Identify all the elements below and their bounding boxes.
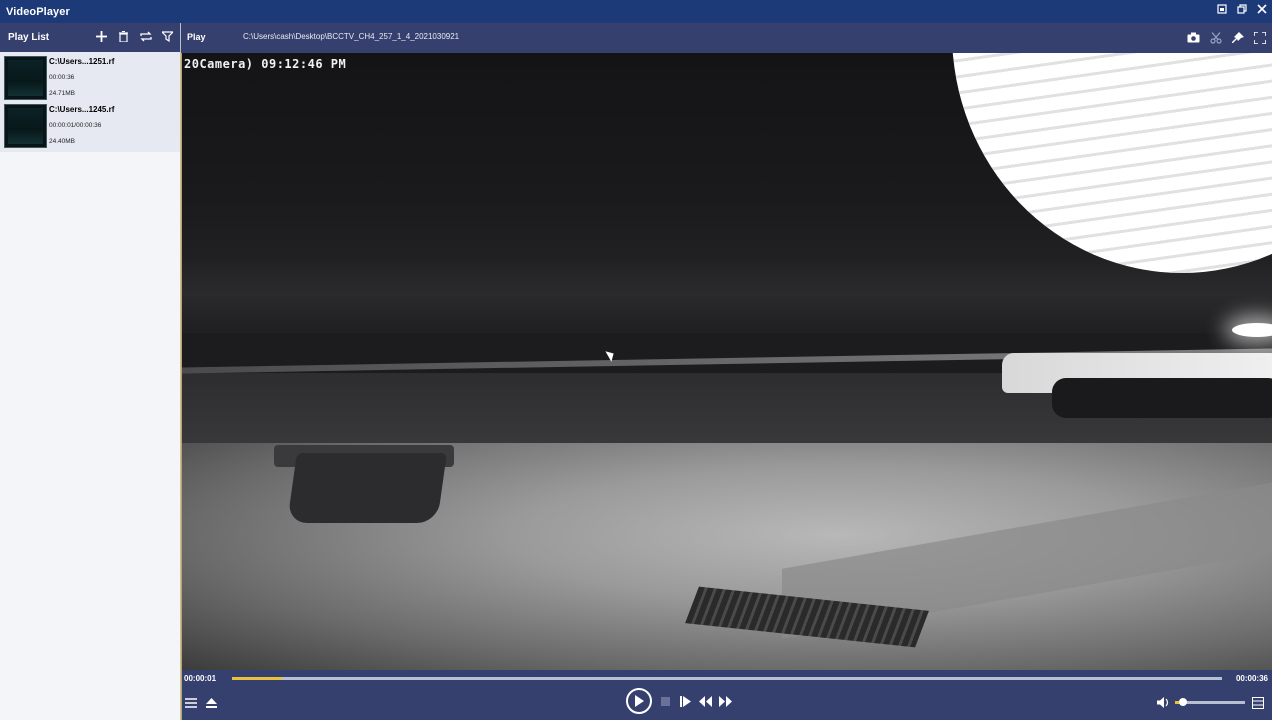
list-item-name: C:\Users...1251.rf [49,57,115,66]
video-thumbnail [4,56,47,100]
scissors-icon[interactable] [1209,31,1222,44]
step-forward-icon[interactable] [679,695,692,708]
video-frame-bin [287,453,447,523]
volume-slider-handle[interactable] [1179,698,1188,706]
title-bar: VideoPlayer [0,0,1272,23]
main-toolbar [1187,31,1266,44]
settings-panel-icon[interactable] [1251,696,1264,709]
video-frame-car [1052,378,1272,418]
close-icon[interactable] [1256,4,1268,16]
playlist-toggle-icon[interactable] [184,696,197,709]
seek-bar[interactable] [232,677,1222,680]
seek-bar-fill [232,677,282,680]
list-item-duration: 00:00:36 [49,74,75,81]
total-time: 00:00:36 [1235,674,1268,683]
current-time: 00:00:01 [184,674,217,683]
repeat-icon[interactable] [139,30,152,43]
list-item-size: 24.71MB [49,90,76,97]
volume-icon[interactable] [1156,696,1169,709]
playlist-title: Play List [8,32,50,43]
playlist-header: Play List [0,23,180,52]
add-icon[interactable] [95,30,108,43]
video-thumbnail [4,104,47,148]
play-tab-label: Play [187,32,206,42]
window-controls [1216,4,1268,16]
playlist: C:\Users...1251.rf 00:00:36 24.71MB C:\U… [0,52,180,152]
maximize-icon[interactable] [1236,4,1248,16]
playback-controls: 00:00:01 00:00:36 [181,670,1272,720]
camera-icon[interactable] [1187,31,1200,44]
volume-slider[interactable] [1175,698,1245,706]
list-item[interactable]: C:\Users...1251.rf 00:00:36 24.71MB [2,54,178,102]
main-header: Play C:\Users\cash\Desktop\BCCTV_CH4_257… [181,23,1272,53]
play-button[interactable] [626,688,652,714]
rewind-icon[interactable] [699,695,712,708]
delete-icon[interactable] [117,30,130,43]
video-canvas[interactable]: 20Camera) 09:12:46 PM [181,53,1272,670]
pin-icon[interactable] [1231,31,1244,44]
playlist-panel: Play List C:\Users...1251.rf 00:00:36 24… [0,23,181,720]
playlist-toolbar [95,30,174,43]
video-frame-treeline [182,258,1272,338]
eject-icon[interactable] [205,696,218,709]
app-title: VideoPlayer [6,5,70,18]
fast-forward-icon[interactable] [719,695,732,708]
left-controls [184,696,218,709]
list-item-size: 24.40MB [49,138,76,145]
restore-icon[interactable] [1216,4,1228,16]
list-item[interactable]: C:\Users...1245.rf 00:00:01/00:00:36 24.… [2,102,178,150]
fullscreen-icon[interactable] [1253,31,1266,44]
play-icon [635,695,644,707]
file-path: C:\Users\cash\Desktop\BCCTV_CH4_257_1_4_… [243,32,460,41]
list-item-duration: 00:00:01/00:00:36 [49,122,102,129]
transport-controls [626,688,732,714]
filter-icon[interactable] [161,30,174,43]
list-item-name: C:\Users...1245.rf [49,105,115,114]
video-player-window: VideoPlayer Play List C:\Users...1251.rf… [0,0,1272,720]
stop-icon[interactable] [659,695,672,708]
right-controls [1156,696,1264,709]
camera-timestamp-overlay: 20Camera) 09:12:46 PM [184,57,347,71]
